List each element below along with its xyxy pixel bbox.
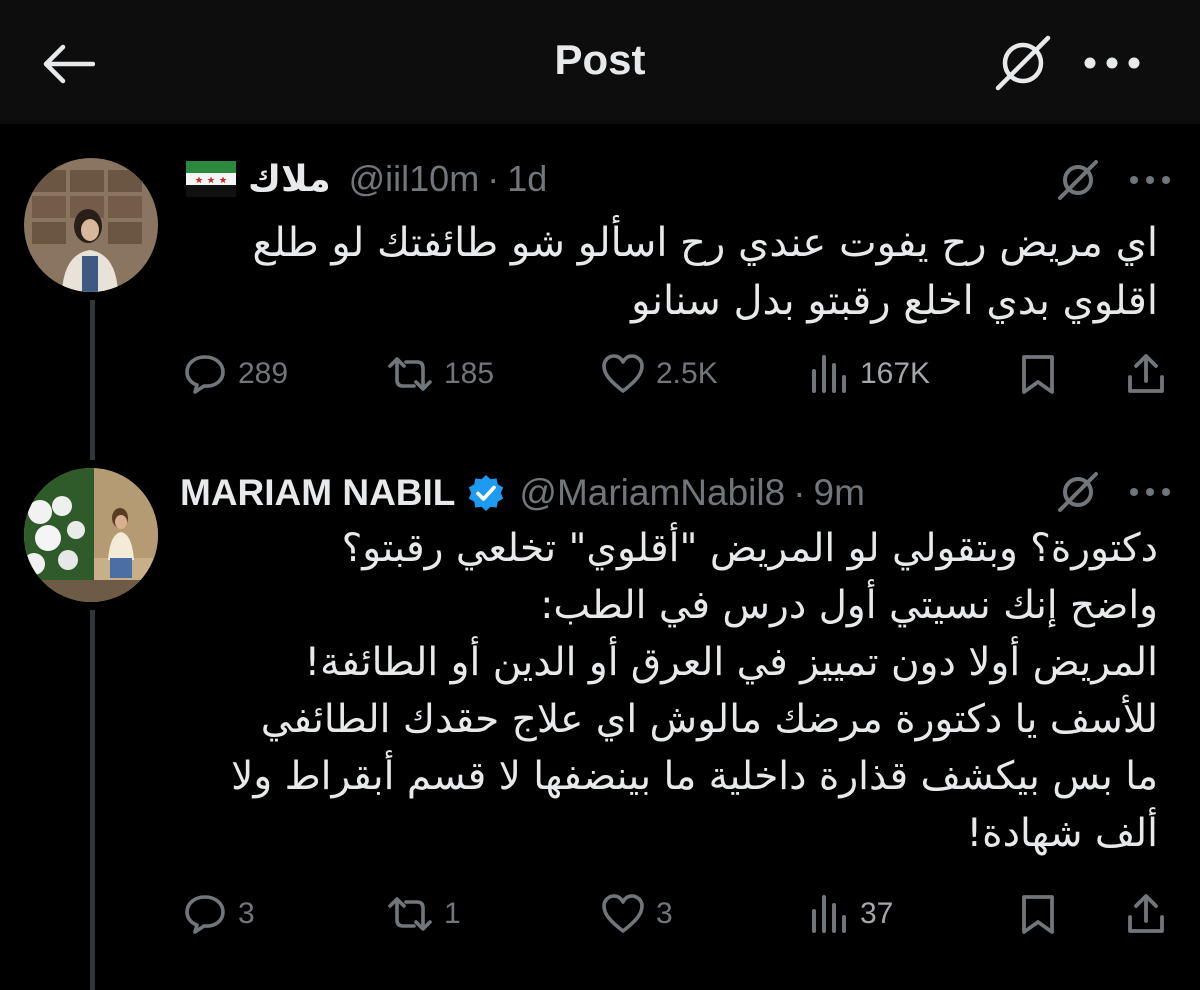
tweet-text-line: واضح إنك نسيتي أول درس في الطب:: [540, 583, 1158, 628]
like-count: 3: [656, 897, 673, 930]
tweet-text-line: ألف شهادة!: [966, 811, 1158, 856]
repost-icon: [388, 897, 432, 931]
tweet-more-button[interactable]: [1124, 472, 1176, 512]
tweet-text-line: المريض أولا دون تمييز في العرق أو الدين …: [304, 640, 1158, 685]
share-icon: [1128, 354, 1164, 393]
tweet-text-line: ما بس بيكشف قذارة داخلية ما بينضفها لا ق…: [231, 754, 1158, 799]
share-button[interactable]: [1126, 884, 1166, 944]
tweet-actions: 289 185 2.5K 167K: [180, 344, 1170, 404]
bookmark-icon: [1022, 895, 1054, 934]
repost-count: 1: [444, 897, 461, 930]
tweet-text-line: اقلوي بدي اخلع رقبتو بدل سنانو: [631, 278, 1158, 324]
avatar-image: [24, 158, 158, 292]
like-count: 2.5K: [656, 357, 718, 390]
share-icon: [1128, 894, 1164, 933]
like-button[interactable]: 3: [600, 884, 673, 944]
avatar-image: [24, 468, 158, 602]
more-horizontal-icon: [1130, 488, 1170, 496]
reply-icon: [185, 895, 225, 934]
repost-button[interactable]: 185: [386, 344, 494, 404]
views-count: 167K: [860, 357, 931, 390]
bookmark-icon: [1022, 355, 1054, 394]
reply-icon: [185, 355, 225, 394]
bookmark-button[interactable]: [1020, 884, 1056, 944]
bar-chart-icon: [812, 355, 846, 393]
timestamp[interactable]: 9m: [814, 472, 865, 514]
verified-badge-icon: [469, 475, 504, 511]
reply-count: 289: [238, 357, 289, 390]
reply-button[interactable]: 3: [182, 884, 255, 944]
handle[interactable]: @MariamNabil8: [519, 472, 785, 514]
tweet-text: اي مريض رح يفوت عندي رح اسألو شو طائفتك …: [158, 214, 1158, 330]
reply-button[interactable]: 289: [182, 344, 288, 404]
reply-count: 3: [238, 897, 255, 930]
tweet-text-line: دكتورة؟ وبتقولي لو المريض "أقلوي" تخلعي …: [341, 526, 1158, 571]
separator-dot: ·: [793, 472, 806, 513]
tweet-parent[interactable]: ملاك @iil10m · 1d اي مريض رح يفوت عندي ر…: [0, 0, 1200, 460]
grok-button[interactable]: [1052, 156, 1104, 204]
grok-icon: [1058, 472, 1098, 512]
tweet-text: دكتورة؟ وبتقولي لو المريض "أقلوي" تخلعي …: [158, 520, 1158, 862]
avatar[interactable]: [24, 468, 158, 602]
handle[interactable]: @iil10m: [349, 158, 480, 200]
display-name[interactable]: ملاك: [248, 159, 331, 200]
tweet-header: ملاك @iil10m · 1d: [186, 156, 547, 202]
display-name[interactable]: MARIAM NABIL: [180, 472, 455, 514]
repost-count: 185: [444, 357, 495, 390]
thread-line: [90, 300, 95, 460]
grok-icon: [1058, 160, 1098, 200]
repost-icon: [388, 357, 432, 391]
heart-icon: [602, 354, 644, 393]
repost-button[interactable]: 1: [386, 884, 461, 944]
tweet-reply[interactable]: MARIAM NABIL @MariamNabil8 · 9m دكتورة؟ …: [0, 460, 1200, 990]
thread-line: [90, 610, 95, 990]
tweet-header: MARIAM NABIL @MariamNabil8 · 9m: [180, 468, 865, 518]
tweet-actions: 3 1 3 37: [180, 884, 1170, 944]
avatar[interactable]: [24, 158, 158, 292]
share-button[interactable]: [1126, 344, 1166, 404]
timestamp[interactable]: 1d: [507, 158, 547, 200]
tweet-text-line: اي مريض رح يفوت عندي رح اسألو شو طائفتك …: [252, 220, 1158, 266]
separator-dot: ·: [487, 158, 500, 199]
bar-chart-icon: [812, 895, 846, 933]
views-button[interactable]: 37: [810, 884, 893, 944]
grok-button[interactable]: [1052, 468, 1104, 516]
more-horizontal-icon: [1130, 176, 1170, 184]
heart-icon: [602, 894, 644, 933]
bookmark-button[interactable]: [1020, 344, 1056, 404]
syria-flag-emoji: [186, 161, 236, 197]
tweet-text-line: للأسف يا دكتورة مرضك مالوش اي علاج حقدك …: [260, 697, 1158, 742]
views-button[interactable]: 167K: [810, 344, 930, 404]
tweet-more-button[interactable]: [1124, 160, 1176, 200]
views-count: 37: [860, 897, 894, 930]
like-button[interactable]: 2.5K: [600, 344, 718, 404]
